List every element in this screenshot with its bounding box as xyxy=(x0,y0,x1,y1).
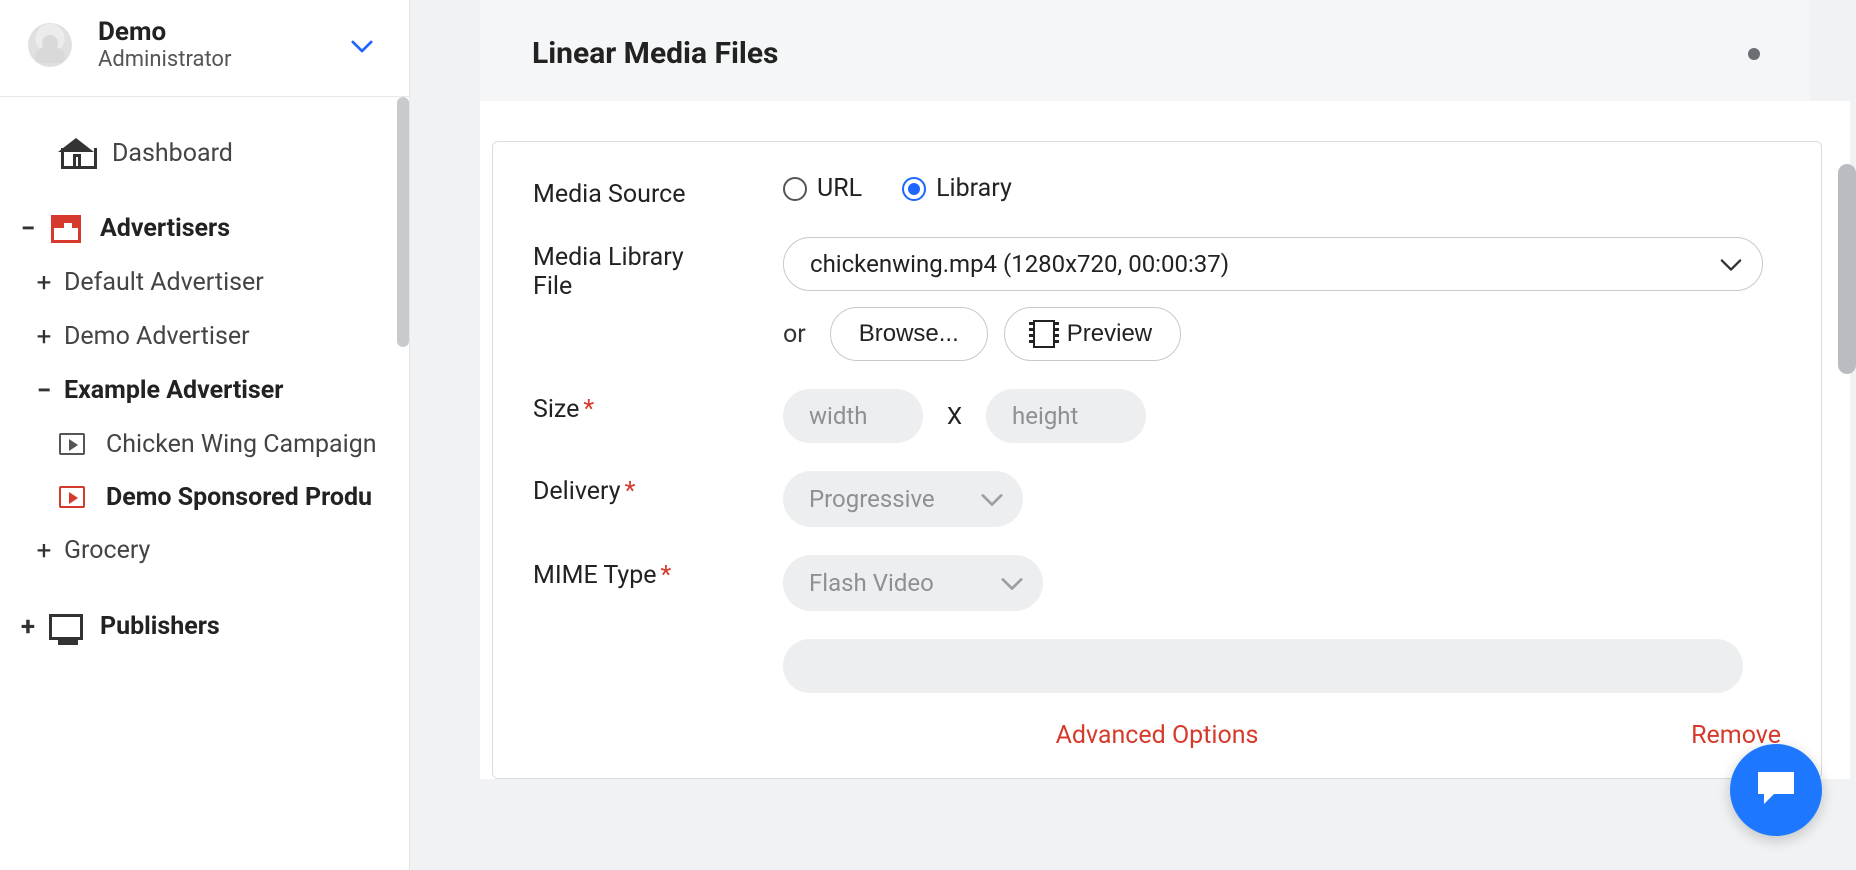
height-placeholder: height xyxy=(1012,402,1078,430)
row-mime: MIME Type* Flash Video xyxy=(533,555,1781,611)
browse-button[interactable]: Browse... xyxy=(830,307,988,361)
nav-chicken-wing-campaign[interactable]: Chicken Wing Campaign xyxy=(0,418,409,471)
avatar xyxy=(28,23,72,67)
nav-demo-advertiser[interactable]: + Demo Advertiser xyxy=(0,310,409,364)
label-delivery-text: Delivery xyxy=(533,477,621,506)
label-media-library-sub: File xyxy=(533,272,783,301)
nav-example-advertiser-label: Example Advertiser xyxy=(64,376,283,405)
browse-button-label: Browse... xyxy=(859,320,959,348)
media-file-select[interactable]: chickenwing.mp4 (1280x720, 00:00:37) xyxy=(783,237,1763,291)
main-scrollbar[interactable] xyxy=(1838,164,1856,374)
label-media-library-top: Media Library xyxy=(533,243,684,272)
nav-publishers-label: Publishers xyxy=(100,612,220,641)
row-media-source: Media Source URL Library xyxy=(533,174,1781,209)
preview-button-label: Preview xyxy=(1067,320,1152,348)
nav-demo-sponsored-label: Demo Sponsored Produ xyxy=(106,483,372,512)
nav: Dashboard − Advertisers + Default Advert… xyxy=(0,97,409,654)
main: Linear Media Files Media Source URL Libr… xyxy=(420,0,1856,870)
radio-library[interactable]: Library xyxy=(902,174,1012,203)
sidebar-scrollbar[interactable] xyxy=(397,97,409,347)
media-file-select-value: chickenwing.mp4 (1280x720, 00:00:37) xyxy=(810,250,1229,278)
label-mime: MIME Type* xyxy=(533,555,783,590)
nav-dashboard[interactable]: Dashboard xyxy=(0,127,409,180)
width-placeholder: width xyxy=(809,402,867,430)
panel-header: Linear Media Files xyxy=(480,0,1810,101)
nav-demo-advertiser-label: Demo Advertiser xyxy=(64,322,250,351)
nav-advertisers-label: Advertisers xyxy=(100,214,230,243)
radio-url-label: URL xyxy=(817,174,862,203)
media-file-card: Media Source URL Library Media Library xyxy=(492,141,1822,779)
nav-publishers[interactable]: + Publishers xyxy=(0,600,409,654)
label-media-library: Media Library File xyxy=(533,237,783,301)
card-wrap: Media Source URL Library Media Library xyxy=(480,101,1850,779)
label-delivery: Delivery* xyxy=(533,471,783,506)
user-role: Administrator xyxy=(98,47,231,72)
film-icon xyxy=(1033,320,1055,348)
sidebar: Demo Administrator Dashboard − Advertise… xyxy=(0,0,410,870)
label-size-text: Size xyxy=(533,395,579,424)
label-empty xyxy=(533,639,783,645)
or-text: or xyxy=(783,320,806,349)
user-name: Demo xyxy=(98,18,231,47)
expand-icon[interactable]: + xyxy=(14,612,42,642)
mime-select[interactable]: Flash Video xyxy=(783,555,1043,611)
label-size: Size* xyxy=(533,389,783,424)
nav-chicken-wing-label: Chicken Wing Campaign xyxy=(106,430,377,459)
delivery-value: Progressive xyxy=(809,485,935,513)
nav-default-advertiser-label: Default Advertiser xyxy=(64,268,264,297)
nav-advertisers[interactable]: − Advertisers xyxy=(0,202,409,256)
card-footer: Advanced Options Remove xyxy=(533,721,1781,750)
chat-icon xyxy=(1754,768,1798,812)
radio-icon xyxy=(783,177,807,201)
home-icon xyxy=(58,140,94,166)
nav-default-advertiser[interactable]: + Default Advertiser xyxy=(0,256,409,310)
row-placeholder xyxy=(533,639,1781,693)
collapse-icon[interactable]: − xyxy=(14,214,42,244)
placeholder-input[interactable] xyxy=(783,639,1743,693)
nav-grocery[interactable]: + Grocery xyxy=(0,524,409,578)
row-media-library: Media Library File chickenwing.mp4 (1280… xyxy=(533,237,1781,361)
user-text: Demo Administrator xyxy=(98,18,231,72)
radio-icon xyxy=(902,177,926,201)
nav-dashboard-label: Dashboard xyxy=(112,139,233,168)
panel-menu-icon[interactable] xyxy=(1748,48,1760,60)
size-separator: X xyxy=(947,402,962,430)
expand-icon[interactable]: + xyxy=(30,536,58,566)
user-switcher[interactable]: Demo Administrator xyxy=(0,0,409,97)
advanced-options-link[interactable]: Advanced Options xyxy=(1056,721,1259,750)
mime-value: Flash Video xyxy=(809,569,934,597)
delivery-select[interactable]: Progressive xyxy=(783,471,1023,527)
campaign-icon xyxy=(54,486,90,508)
label-media-source: Media Source xyxy=(533,174,783,209)
preview-button[interactable]: Preview xyxy=(1004,307,1181,361)
row-delivery: Delivery* Progressive xyxy=(533,471,1781,527)
advertisers-icon xyxy=(48,215,84,243)
expand-icon[interactable]: + xyxy=(30,268,58,298)
chevron-down-icon xyxy=(351,38,373,57)
chevron-down-icon xyxy=(1001,569,1023,597)
nav-grocery-label: Grocery xyxy=(64,536,150,565)
publishers-icon xyxy=(48,614,84,640)
collapse-icon[interactable]: − xyxy=(30,376,58,406)
chat-button[interactable] xyxy=(1730,744,1822,836)
chevron-down-icon xyxy=(981,485,1003,513)
expand-icon[interactable]: + xyxy=(30,322,58,352)
nav-example-advertiser[interactable]: − Example Advertiser xyxy=(0,364,409,418)
label-mime-text: MIME Type xyxy=(533,561,657,590)
panel-title: Linear Media Files xyxy=(532,36,778,71)
radio-library-label: Library xyxy=(936,174,1012,203)
height-input[interactable]: height xyxy=(986,389,1146,443)
campaign-icon xyxy=(54,433,90,455)
row-size: Size* width X height xyxy=(533,389,1781,443)
nav-demo-sponsored[interactable]: Demo Sponsored Produ xyxy=(0,471,409,524)
radio-url[interactable]: URL xyxy=(783,174,862,203)
width-input[interactable]: width xyxy=(783,389,923,443)
chevron-down-icon xyxy=(1720,250,1742,278)
